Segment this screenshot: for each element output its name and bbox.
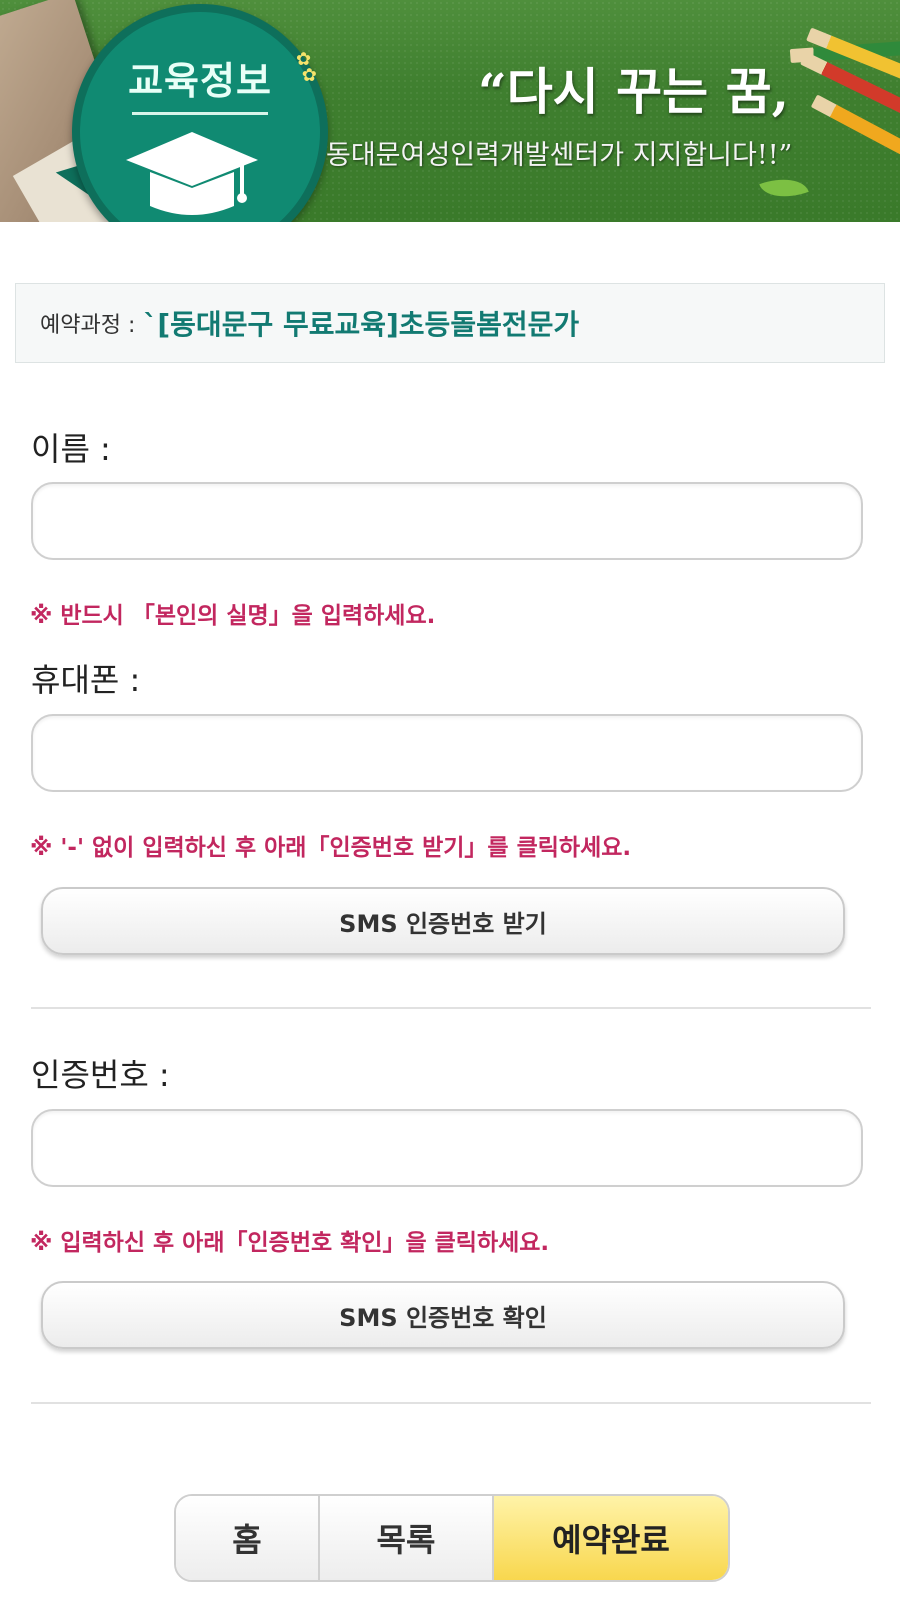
phone-hint: ※ '-' 없이 입력하신 후 아래「인증번호 받기」를 클릭하세요. <box>30 835 632 861</box>
sms-request-code-button[interactable]: SMS 인증번호 받기 <box>41 887 845 955</box>
header-banner: 교육정보 ✿ ✿ “다시 꾸는 꿈, 동대문여성인력개발센터가 지지합니다!!” <box>0 0 900 222</box>
name-input[interactable] <box>31 482 863 560</box>
slogan-sub: 동대문여성인력개발센터가 지지합니다!!” <box>326 140 793 171</box>
section-divider <box>31 1007 871 1009</box>
slogan-main: “다시 꾸는 꿈, <box>478 62 789 121</box>
code-hint: ※ 입력하신 후 아래「인증번호 확인」을 클릭하세요. <box>30 1230 550 1256</box>
name-label: 이름 : <box>31 430 111 468</box>
list-button[interactable]: 목록 <box>320 1496 494 1580</box>
badge-underline <box>132 112 268 115</box>
name-hint: ※ 반드시 「본인의 실명」을 입력하세요. <box>30 603 436 629</box>
course-label: 예약과정 : <box>40 313 136 338</box>
course-info-box: 예약과정 : `[동대문구 무료교육]초등돌봄전문가 <box>15 283 885 363</box>
home-button[interactable]: 홈 <box>176 1496 320 1580</box>
badge-title: 교육정보 <box>128 59 272 103</box>
course-title: `[동대문구 무료교육]초등돌봄전문가 <box>143 308 580 341</box>
graduation-cap-icon <box>126 132 258 215</box>
phone-input[interactable] <box>31 714 863 792</box>
bottom-nav: 홈 목록 예약완료 <box>174 1494 730 1582</box>
section-divider-bottom <box>31 1402 871 1404</box>
sms-verify-code-button[interactable]: SMS 인증번호 확인 <box>41 1281 845 1349</box>
phone-label: 휴대폰 : <box>31 661 141 699</box>
complete-reservation-button[interactable]: 예약완료 <box>494 1496 728 1580</box>
code-label: 인증번호 : <box>31 1056 170 1094</box>
flowers-decoration: ✿ ✿ <box>296 49 317 86</box>
verification-code-input[interactable] <box>31 1109 863 1187</box>
